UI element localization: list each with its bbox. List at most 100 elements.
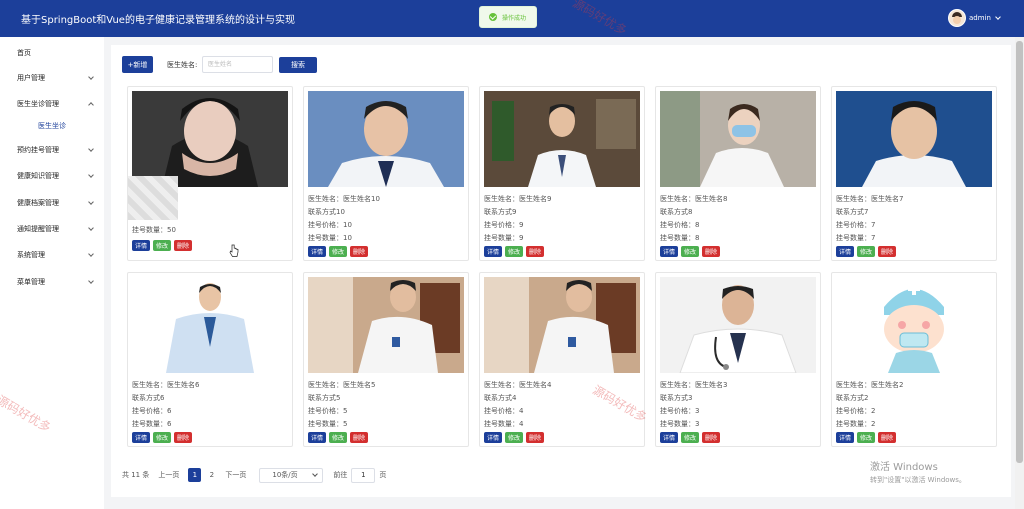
- next-page-button[interactable]: 下一页: [222, 468, 249, 482]
- detail-button[interactable]: 详情: [660, 432, 679, 443]
- delete-button[interactable]: 删除: [702, 432, 721, 443]
- doctor-photo: [308, 91, 464, 187]
- sidebar-item-menu-management[interactable]: 菜单管理: [0, 272, 104, 292]
- detail-button[interactable]: 详情: [484, 246, 503, 257]
- card-line: 联系方式3: [660, 394, 693, 402]
- edit-button[interactable]: 修改: [505, 432, 524, 443]
- sidebar-item-user-management[interactable]: 用户管理: [0, 68, 104, 88]
- delete-button[interactable]: 删除: [174, 240, 193, 251]
- chevron-down-icon: [88, 277, 94, 284]
- doctor-photo: [836, 91, 992, 187]
- page-size-select[interactable]: 10条/页: [259, 467, 324, 483]
- card-actions: 详情 修改 删除: [660, 432, 721, 443]
- page-number-1[interactable]: 1: [188, 468, 202, 482]
- card-line: 挂号价格：8: [660, 221, 700, 229]
- sidebar-item-home[interactable]: 首页: [0, 43, 104, 63]
- page-number-2[interactable]: 2: [205, 468, 218, 482]
- edit-button[interactable]: 修改: [857, 432, 876, 443]
- sidebar-item-label: 医生坐诊管理: [17, 100, 59, 108]
- chevron-down-icon: [88, 145, 94, 152]
- sidebar-item-doctor-consult-management[interactable]: 医生坐诊管理: [0, 94, 104, 114]
- doctor-photo: [132, 91, 288, 187]
- card-line: 挂号价格：5: [308, 407, 348, 415]
- doctor-photo: [308, 277, 464, 373]
- edit-button[interactable]: 修改: [505, 246, 524, 257]
- scrollbar-thumb[interactable]: [1016, 41, 1023, 463]
- card-line: 联系方式5: [308, 394, 341, 402]
- doctor-photo: [660, 277, 816, 373]
- card-line: 医生姓名：医生姓名6: [132, 381, 200, 389]
- chevron-up-icon: [88, 102, 94, 108]
- chevron-down-icon: [88, 198, 94, 205]
- search-label: 医生姓名:: [167, 61, 198, 69]
- detail-button[interactable]: 详情: [308, 432, 327, 443]
- delete-button[interactable]: 删除: [350, 432, 369, 443]
- activation-subtitle: 转到"设置"以激活 Windows。: [870, 476, 966, 484]
- prev-page-button[interactable]: 上一页: [155, 468, 182, 482]
- card-line: 医生姓名：医生姓名2: [836, 381, 904, 389]
- edit-button[interactable]: 修改: [329, 432, 348, 443]
- delete-button[interactable]: 删除: [878, 432, 897, 443]
- edit-button[interactable]: 修改: [681, 432, 700, 443]
- detail-button[interactable]: 详情: [132, 240, 151, 251]
- chevron-down-icon: [88, 73, 94, 80]
- edit-button[interactable]: 修改: [681, 246, 700, 257]
- detail-button[interactable]: 详情: [132, 432, 151, 443]
- sidebar-item-health-knowledge-management[interactable]: 健康知识管理: [0, 166, 104, 186]
- cartoon-nurse-image: [836, 277, 992, 373]
- card-line: 医生姓名：医生姓名5: [308, 381, 376, 389]
- page-size-value: 10条/页: [272, 471, 298, 479]
- delete-button[interactable]: 删除: [350, 246, 369, 257]
- doctor-card: 医生姓名：医生姓名3 联系方式3 挂号价格：3 挂号数量：3 详情 修改 删除: [655, 272, 821, 447]
- sidebar: 首页 用户管理 医生坐诊管理 医生坐诊 预约挂号管理 健康知识管理 健康档案管理…: [0, 37, 104, 509]
- card-actions: 详情 修改 删除: [836, 432, 897, 443]
- card-line: 联系方式4: [484, 394, 517, 402]
- delete-button[interactable]: 删除: [174, 432, 193, 443]
- delete-button[interactable]: 删除: [878, 246, 897, 257]
- sidebar-item-system-management[interactable]: 系统管理: [0, 245, 104, 265]
- edit-button[interactable]: 修改: [153, 432, 172, 443]
- doctor-card: 医生姓名：医生姓名4 联系方式4 挂号价格：4 挂号数量：4 详情 修改 删除: [479, 272, 645, 447]
- avatar[interactable]: [948, 9, 966, 27]
- delete-button[interactable]: 删除: [526, 246, 545, 257]
- page-unit-label: 页: [379, 471, 387, 479]
- detail-button[interactable]: 详情: [836, 246, 855, 257]
- success-toast: 操作成功: [479, 6, 537, 28]
- doctor-photo: [484, 91, 640, 187]
- card-line: 挂号价格：7: [836, 221, 876, 229]
- sidebar-item-label: 健康档案管理: [17, 199, 59, 207]
- sidebar-item-health-record-management[interactable]: 健康档案管理: [0, 193, 104, 213]
- user-menu[interactable]: admin: [948, 9, 1001, 27]
- doctor-card: 医生姓名：医生姓名9 联系方式9 挂号价格：9 挂号数量：9 详情 修改 删除: [479, 86, 645, 261]
- delete-button[interactable]: 删除: [702, 246, 721, 257]
- search-button[interactable]: 搜索: [279, 57, 317, 73]
- doctor-card: 挂号数量：50 详情 修改 删除: [127, 86, 293, 261]
- doctor-card: 医生姓名：医生姓名8 联系方式8 挂号价格：8 挂号数量：8 详情 修改 删除: [655, 86, 821, 261]
- sidebar-subitem-doctor-consult[interactable]: 医生坐诊: [38, 121, 66, 131]
- delete-button[interactable]: 删除: [526, 432, 545, 443]
- edit-button[interactable]: 修改: [857, 246, 876, 257]
- doctor-name-search-input[interactable]: [202, 56, 273, 73]
- card-actions: 详情 修改 删除: [660, 246, 721, 257]
- page-scrollbar[interactable]: [1015, 37, 1024, 509]
- chevron-down-icon: [88, 250, 94, 257]
- card-line: 挂号数量：5: [308, 420, 348, 428]
- edit-button[interactable]: 修改: [329, 246, 348, 257]
- sidebar-item-notification-management[interactable]: 通知提醒管理: [0, 219, 104, 239]
- detail-button[interactable]: 详情: [660, 246, 679, 257]
- goto-page-input[interactable]: [351, 467, 376, 483]
- check-circle-icon: [489, 13, 497, 21]
- sidebar-item-appointment-management[interactable]: 预约挂号管理: [0, 140, 104, 160]
- card-line: 联系方式7: [836, 208, 869, 216]
- card-line: 医生姓名：医生姓名3: [660, 381, 728, 389]
- toast-message: 操作成功: [502, 14, 527, 22]
- edit-button[interactable]: 修改: [153, 240, 172, 251]
- detail-button[interactable]: 详情: [308, 246, 327, 257]
- pagination-total: 共 11 条: [122, 471, 150, 479]
- detail-button[interactable]: 详情: [836, 432, 855, 443]
- detail-button[interactable]: 详情: [484, 432, 503, 443]
- sidebar-item-label: 健康知识管理: [17, 172, 59, 180]
- main-content: +新增 医生姓名: 搜索 挂号数量：50 详情 修改 删除: [111, 45, 1011, 497]
- add-button[interactable]: +新增: [122, 56, 153, 73]
- card-line: 挂号数量：6: [132, 420, 172, 428]
